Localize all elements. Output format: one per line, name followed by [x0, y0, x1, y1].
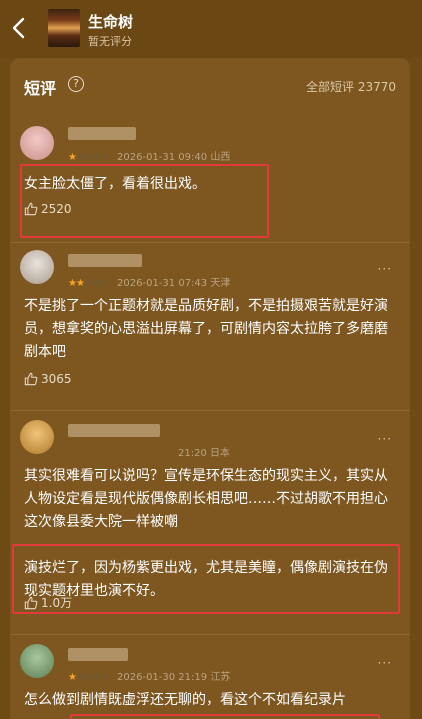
drama-poster-thumbnail[interactable]	[48, 9, 80, 47]
top-bar: 生命树 暂无评分	[0, 0, 422, 58]
divider	[10, 634, 410, 635]
username-blurred[interactable]	[68, 648, 128, 661]
avatar[interactable]	[20, 250, 54, 284]
more-options-icon[interactable]: ···	[378, 656, 392, 670]
star-rating-icon: ★★★★★	[68, 672, 109, 683]
avatar[interactable]	[20, 420, 54, 454]
highlight-box	[70, 714, 380, 719]
drama-title: 生命树	[88, 13, 134, 31]
username-blurred[interactable]	[68, 127, 136, 140]
divider	[10, 410, 410, 411]
username-blurred[interactable]	[68, 424, 160, 437]
highlight-box	[20, 164, 269, 238]
section-title: 短评	[24, 79, 57, 98]
avatar[interactable]	[20, 126, 54, 160]
highlight-box	[12, 544, 400, 614]
all-reviews-link[interactable]: 全部短评 23770	[306, 78, 396, 95]
review-meta: ★★★★★ 2026-01-30 21:19 江苏	[68, 672, 231, 683]
help-icon[interactable]: ?	[68, 76, 84, 92]
review-text: 不是挑了一个正题材就是品质好剧，不是拍摄艰苦就是好演员，想拿奖的心思溢出屏幕了，…	[24, 298, 388, 360]
review-meta: 21:20 日本	[178, 448, 231, 459]
more-options-icon[interactable]: ···	[378, 432, 392, 446]
short-review-card: 短评 ? 全部短评 23770 ★★★★★ 2026-01-31 09:40 山…	[10, 58, 410, 719]
like-button[interactable]: 3065	[24, 372, 72, 386]
thumbs-up-icon	[24, 372, 38, 386]
review-meta: ★★★★★ 2026-01-31 09:40 山西	[68, 152, 231, 163]
rating-status: 暂无评分	[88, 35, 132, 48]
more-options-icon[interactable]: ···	[378, 262, 392, 276]
star-rating-icon: ★★★★★	[68, 152, 109, 163]
star-rating-icon: ★★★★★	[68, 278, 109, 289]
like-count: 3065	[41, 372, 72, 386]
divider	[10, 242, 410, 243]
review-meta: ★★★★★ 2026-01-31 07:43 天津	[68, 278, 231, 289]
avatar[interactable]	[20, 644, 54, 678]
username-blurred[interactable]	[68, 254, 142, 267]
back-arrow-icon[interactable]	[8, 14, 32, 42]
